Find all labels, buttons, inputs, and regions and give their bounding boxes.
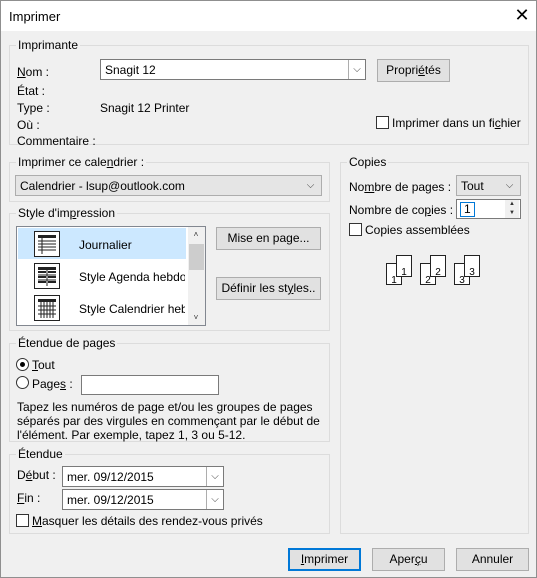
printer-name-label: Nom : — [17, 65, 50, 79]
close-icon[interactable]: ✕ — [510, 4, 534, 28]
page-range-group-title: Étendue de pages — [16, 336, 118, 350]
end-date-label: Fin : — [17, 491, 41, 505]
end-date-value: mer. 09/12/2015 — [67, 493, 154, 507]
pages-input[interactable] — [81, 375, 219, 395]
weekly-calendar-style-icon — [34, 295, 60, 321]
weekly-agenda-style-icon — [34, 263, 60, 289]
pages-label: Pages : — [32, 377, 73, 391]
printer-type-label: Type : — [17, 101, 50, 115]
daily-style-icon — [34, 231, 60, 257]
start-date-value: mer. 09/12/2015 — [67, 470, 154, 484]
chevron-down-icon[interactable]: ⌵ — [206, 467, 223, 486]
list-item-label: Journalier — [79, 238, 132, 252]
page-setup-button[interactable]: Mise en page... — [216, 227, 321, 250]
printer-name-value: Snagit 12 — [105, 63, 156, 77]
list-item-label: Style Calendrier hebdomadaire — [79, 302, 185, 316]
end-date-picker[interactable]: mer. 09/12/2015 ⌵ — [62, 489, 224, 510]
collate-page-icon: 1 — [396, 255, 412, 278]
num-pages-label: Nombre de pages : — [349, 180, 452, 194]
num-copies-stepper[interactable]: 1 ▲ ▼ — [456, 199, 521, 219]
printer-group-title: Imprimante — [16, 38, 81, 52]
num-copies-label: Nombre de copies : — [349, 203, 454, 217]
list-item-label: Style Agenda hebdomadaire — [79, 270, 185, 284]
list-scrollbar[interactable]: ˄ ˅ — [188, 227, 205, 325]
list-item[interactable]: Style Agenda hebdomadaire — [18, 260, 186, 291]
chevron-down-icon[interactable]: ⌵ — [206, 490, 223, 509]
spin-up-icon[interactable]: ▲ — [505, 200, 519, 209]
start-date-label: Début : — [17, 468, 56, 482]
calendar-group-title: Imprimer ce calendrier : — [16, 155, 147, 169]
spin-down-icon[interactable]: ▼ — [505, 209, 519, 218]
chevron-down-icon[interactable]: ⌵ — [348, 60, 365, 79]
printer-comment-label: Commentaire : — [17, 134, 96, 148]
printer-name-select[interactable]: Snagit 12 ⌵ — [100, 59, 366, 80]
calendar-select[interactable]: Calendrier - lsup@outlook.com ⌵ — [15, 175, 322, 196]
date-range-group-title: Étendue — [16, 447, 65, 461]
all-pages-label: Tout — [32, 358, 55, 372]
calendar-value: Calendrier - lsup@outlook.com — [20, 179, 185, 193]
chevron-down-icon[interactable]: ⌵ — [302, 176, 319, 195]
chevron-down-icon[interactable]: ⌵ — [501, 176, 518, 195]
hide-private-label: Masquer les détails des rendez-vous priv… — [32, 514, 263, 528]
list-item[interactable]: Style Calendrier hebdomadaire — [18, 292, 186, 323]
collate-page-icon: 3 — [464, 255, 480, 278]
hide-private-checkbox[interactable] — [16, 514, 29, 527]
collate-preview: 1 1 2 2 3 3 — [386, 255, 486, 289]
cancel-button[interactable]: Annuler — [456, 548, 529, 571]
page-number: 1 — [401, 267, 407, 278]
print-to-file-checkbox[interactable] — [376, 116, 389, 129]
collate-label: Copies assemblées — [365, 223, 470, 237]
printer-type-value: Snagit 12 Printer — [100, 101, 190, 115]
define-styles-button[interactable]: Définir les styles.. — [216, 277, 321, 300]
properties-button[interactable]: Propriétés — [377, 59, 450, 82]
preview-button[interactable]: Aperçu — [372, 548, 445, 571]
printer-where-label: Où : — [17, 118, 40, 132]
print-to-file-label: Imprimer dans un fichier — [392, 116, 521, 130]
dialog-title: Imprimer — [9, 9, 61, 24]
print-button[interactable]: Imprimer — [288, 548, 361, 571]
scroll-down-icon[interactable]: ˅ — [189, 313, 203, 322]
copies-group-title: Copies — [347, 155, 389, 169]
num-pages-select[interactable]: Tout ⌵ — [456, 175, 521, 196]
num-copies-value[interactable]: 1 — [460, 202, 475, 217]
scroll-thumb[interactable] — [189, 244, 204, 270]
scroll-up-icon[interactable]: ˄ — [189, 230, 203, 239]
list-item[interactable]: Journalier — [18, 228, 186, 259]
page-number: 2 — [435, 267, 441, 278]
num-pages-value: Tout — [461, 179, 484, 193]
printer-state-label: État : — [17, 84, 46, 98]
print-style-group-title: Style d'impression — [16, 206, 118, 220]
pages-help-text: Tapez les numéros de page et/ou les grou… — [17, 400, 320, 442]
collate-checkbox[interactable] — [349, 223, 362, 236]
all-pages-radio[interactable] — [16, 358, 29, 371]
page-number: 3 — [469, 267, 475, 278]
pages-radio[interactable] — [16, 376, 29, 389]
collate-page-icon: 2 — [430, 255, 446, 278]
title-bar: Imprimer ✕ — [1, 1, 536, 31]
start-date-picker[interactable]: mer. 09/12/2015 ⌵ — [62, 466, 224, 487]
print-style-list[interactable]: Journalier Style Agenda hebdomadaire Sty… — [16, 226, 206, 326]
